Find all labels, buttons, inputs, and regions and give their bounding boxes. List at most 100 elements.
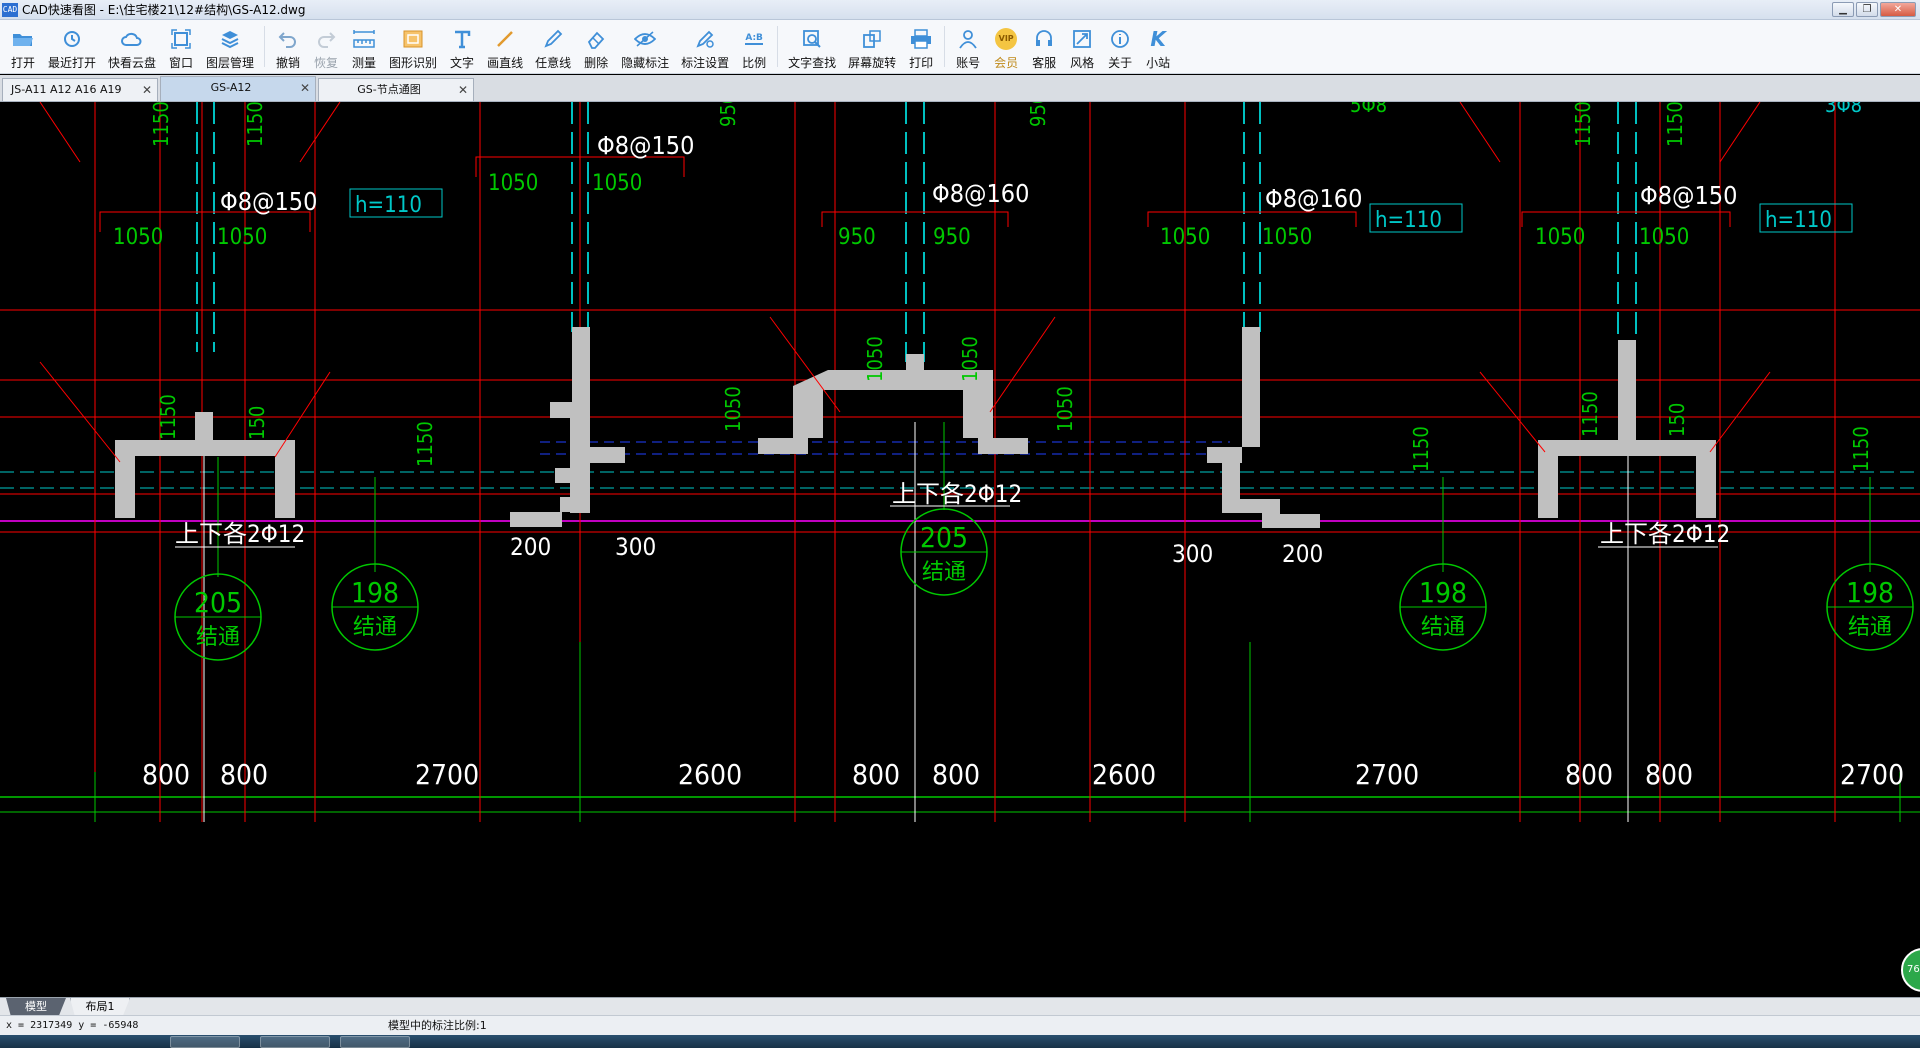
tab-js-a11[interactable]: JS-A11 A12 A16 A19 … ✕: [2, 78, 158, 118]
bay-dimension: 800: [1645, 758, 1693, 791]
eraser-icon: [583, 28, 609, 50]
dimension-label: 1050: [1053, 386, 1077, 432]
shape-recognize-button[interactable]: 图形识别: [389, 20, 437, 73]
open-button[interactable]: 打开: [10, 20, 36, 73]
dimension-label: 150: [1665, 403, 1689, 437]
about-button[interactable]: 关于: [1107, 20, 1133, 73]
thickness-label: h=110: [1765, 208, 1832, 233]
undo-button[interactable]: 撤销: [275, 20, 301, 73]
mini-site-button[interactable]: K 小站: [1145, 20, 1171, 73]
rotate-screen-button[interactable]: 屏幕旋转: [848, 20, 896, 73]
layer-manager-button[interactable]: 图层管理: [206, 20, 254, 73]
dimension-label: 1150: [1578, 391, 1602, 437]
os-taskbar: [0, 1035, 1920, 1048]
dimension-label: 1050: [721, 386, 745, 432]
drawing-canvas[interactable]: Φ8@150 Φ8@150 Φ8@160 Φ8@160 Φ8@150 5Φ8 3…: [0, 102, 1920, 997]
diagonal-bar: [299, 102, 341, 163]
diagonal-bar: [39, 102, 81, 163]
toolbar-divider: [944, 26, 946, 67]
document-tab-bar: JS-A11 A12 A16 A19 … ✕ GS-A12 ✕ GS-节点通图 …: [0, 75, 1920, 118]
dimension-label: 1150: [1663, 102, 1687, 147]
tab-gs-a12[interactable]: GS-A12 ✕: [160, 76, 316, 101]
scale-icon: A:B: [745, 33, 763, 45]
callout-sheet: 结通: [922, 560, 966, 585]
rebar-label: 5Φ8: [1350, 102, 1387, 117]
text-icon: [449, 28, 475, 50]
taskbar-item[interactable]: [170, 1036, 240, 1048]
draw-line-button[interactable]: 画直线: [487, 20, 523, 73]
dimension-label: 1150: [149, 102, 173, 147]
recent-open-button[interactable]: 最近打开: [48, 20, 96, 73]
wall-section: [1207, 327, 1260, 463]
annotation-scale: 模型中的标注比例:1: [388, 1019, 487, 1032]
vip-button[interactable]: VIP 会员: [993, 20, 1019, 73]
freehand-button[interactable]: 任意线: [535, 20, 571, 73]
taskbar-item[interactable]: [340, 1036, 410, 1048]
rebar-label: Φ8@150: [1640, 181, 1737, 210]
diagonal-bar: [1719, 102, 1761, 163]
diagonal-bar: [274, 371, 331, 458]
bay-dimension: 2700: [1355, 758, 1419, 791]
dimension-label: 1050: [592, 171, 642, 196]
tab-layout1[interactable]: 布局1: [70, 998, 130, 1016]
window-title: CAD快速看图 - E:\住宅楼21\12#结构\GS-A12.dwg: [22, 3, 306, 17]
account-button[interactable]: 账号: [955, 20, 981, 73]
dimension-label: 950: [1026, 102, 1050, 127]
close-icon[interactable]: ✕: [300, 77, 310, 99]
rebar-note: 上下各2Φ12: [175, 520, 305, 548]
hide-annotation-button[interactable]: 隐藏标注: [621, 20, 669, 73]
info-icon: [1107, 28, 1133, 50]
cloud-drive-button[interactable]: 快看云盘: [108, 20, 156, 73]
cloud-icon: [119, 28, 145, 50]
wall-section: [906, 354, 924, 384]
dimension-label: 1050: [1535, 225, 1585, 250]
callout-number: 205: [920, 521, 968, 554]
print-button[interactable]: 打印: [908, 20, 934, 73]
tab-model[interactable]: 模型: [6, 998, 66, 1016]
bay-dimension: 2600: [1092, 758, 1156, 791]
user-icon: [955, 28, 981, 50]
delete-button[interactable]: 删除: [583, 20, 609, 73]
vip-icon: VIP: [993, 28, 1019, 50]
text-tool-button[interactable]: 文字: [449, 20, 475, 73]
window-button[interactable]: 窗口: [168, 20, 194, 73]
bay-dimension: 800: [1565, 758, 1613, 791]
taskbar-item[interactable]: [260, 1036, 330, 1048]
dimension-label: 950: [933, 225, 971, 250]
close-icon[interactable]: ✕: [142, 79, 152, 101]
close-icon[interactable]: ✕: [458, 79, 468, 101]
diagonal-bar: [1479, 371, 1546, 453]
cad-viewer-window: CAD CAD快速看图 - E:\住宅楼21\12#结构\GS-A12.dwg …: [0, 0, 1920, 1048]
dimension-label: 1050: [863, 336, 887, 382]
thickness-label: h=110: [355, 193, 422, 218]
customer-service-button[interactable]: 客服: [1031, 20, 1057, 73]
style-button[interactable]: 风格: [1069, 20, 1095, 73]
dimension-label: 1150: [1571, 102, 1595, 147]
rebar-label: Φ8@150: [597, 131, 694, 160]
rotate-screen-icon: [859, 28, 885, 50]
window-icon: [168, 28, 194, 50]
text-search-button[interactable]: 文字查找: [788, 20, 836, 73]
wall-section: [115, 440, 295, 518]
measure-button[interactable]: 测量: [351, 20, 377, 73]
annotation-settings-button[interactable]: 标注设置: [681, 20, 729, 73]
maximize-button[interactable]: ❐: [1856, 2, 1878, 17]
dimension-label: 1050: [217, 225, 267, 250]
bay-dimension: 2600: [678, 758, 742, 791]
cad-drawing[interactable]: Φ8@150 Φ8@150 Φ8@160 Φ8@160 Φ8@150 5Φ8 3…: [0, 102, 1920, 997]
freehand-icon: [540, 28, 566, 50]
dimension-label: 200: [1282, 540, 1323, 568]
rebar-label: Φ8@160: [1265, 184, 1362, 213]
redo-button[interactable]: 恢复: [313, 20, 339, 73]
scale-button[interactable]: A:B 比例: [741, 20, 767, 73]
dimension-label: 1050: [1160, 225, 1210, 250]
rebar-note: 上下各2Φ12: [892, 480, 1022, 508]
tab-gs-node-drawing[interactable]: GS-节点通图 ✕: [318, 78, 474, 101]
minimize-button[interactable]: ▁: [1832, 2, 1854, 17]
dimension-label: 1050: [1639, 225, 1689, 250]
dimension-label: 1050: [958, 336, 982, 382]
callout-sheet: 结通: [1421, 615, 1465, 640]
ruler-icon: [351, 28, 377, 50]
close-window-button[interactable]: ✕: [1880, 2, 1916, 17]
k-logo-icon: K: [1150, 27, 1166, 51]
